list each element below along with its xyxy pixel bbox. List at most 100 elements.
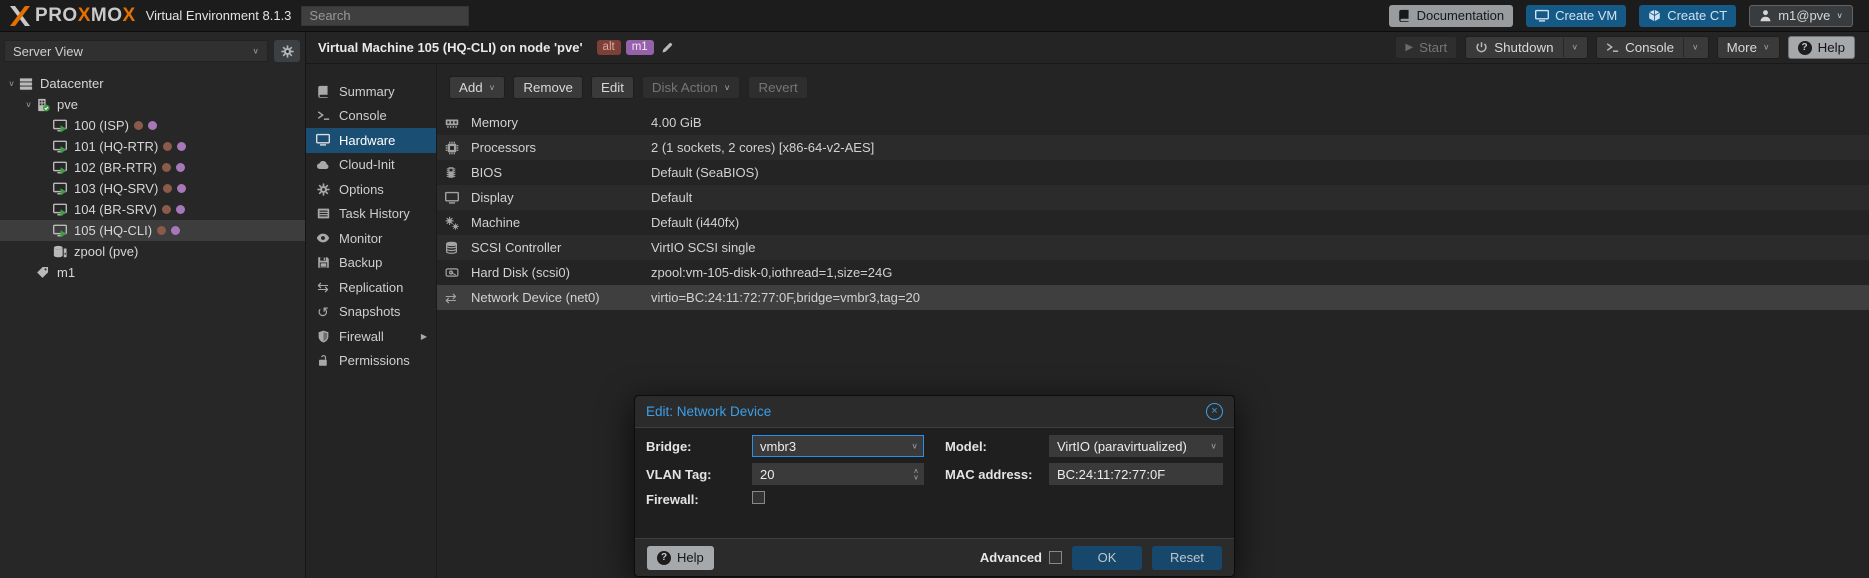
console-button[interactable]: Console ∨ (1596, 36, 1709, 59)
page-title: Virtual Machine 105 (HQ-CLI) on node 'pv… (318, 40, 583, 55)
hw-row-machine[interactable]: Machine Default (i440fx) (437, 210, 1869, 235)
dialog-header[interactable]: Edit: Network Device × (635, 396, 1234, 428)
vm-menu-permissions[interactable]: Permissions (306, 349, 436, 374)
dialog-help-button[interactable]: ? Help (647, 546, 714, 570)
search-input[interactable] (301, 6, 469, 26)
storage-icon (53, 245, 73, 259)
shield-icon (315, 330, 331, 343)
dialog-footer: ? Help Advanced OK Reset (635, 538, 1234, 576)
tree-item-zpool-pve[interactable]: zpool (pve) (0, 241, 305, 262)
vm-tags: altm1 (597, 40, 654, 55)
memory-icon (445, 116, 471, 130)
user-menu-button[interactable]: m1@pve ∨ (1749, 5, 1853, 27)
list-icon (315, 207, 331, 220)
tree-item-103-hq-srv[interactable]: 103 (HQ-SRV) (0, 178, 305, 199)
firewall-checkbox[interactable] (752, 491, 765, 504)
close-icon[interactable]: × (1206, 403, 1223, 420)
disk-action-button[interactable]: Disk Action ∨ (642, 76, 741, 99)
add-button[interactable]: Add ∨ (449, 76, 505, 99)
resource-tree: ∨ Datacenter ∨ pve 100 (ISP) 101 (HQ-RTR… (0, 64, 305, 283)
documentation-button[interactable]: Documentation (1389, 5, 1513, 27)
tag-dot (176, 163, 185, 172)
edit-tags-icon[interactable] (661, 42, 673, 54)
advanced-checkbox[interactable] (1049, 551, 1062, 564)
monitor-icon (1535, 9, 1549, 23)
start-button[interactable]: ▶ Start (1395, 36, 1457, 59)
chevron-down-icon: ∨ (252, 46, 259, 56)
create-vm-button[interactable]: Create VM (1526, 5, 1626, 27)
user-icon (1759, 9, 1772, 22)
tree-settings-button[interactable] (274, 40, 300, 62)
vlan-label: VLAN Tag: (646, 467, 752, 482)
tag-dot (163, 142, 172, 151)
hw-row-memory[interactable]: Memory 4.00 GiB (437, 110, 1869, 135)
vm-icon (53, 140, 73, 154)
vm-menu-console[interactable]: Console (306, 104, 436, 129)
tree-item-pve[interactable]: ∨ pve (0, 94, 305, 115)
bridge-combo[interactable]: ∨ (752, 435, 924, 457)
model-input[interactable] (1049, 435, 1223, 457)
tree-item-m1[interactable]: m1 (0, 262, 305, 283)
tree-item-104-br-srv[interactable]: 104 (BR-SRV) (0, 199, 305, 220)
tag-dot (163, 184, 172, 193)
more-button[interactable]: More ∨ (1717, 36, 1780, 59)
shutdown-button[interactable]: Shutdown ∨ (1465, 36, 1588, 59)
create-ct-button[interactable]: Create CT (1639, 5, 1736, 27)
tag-dot (177, 142, 186, 151)
hw-row-processors[interactable]: Processors 2 (1 sockets, 2 cores) [x86-6… (437, 135, 1869, 160)
vm-menu-replication[interactable]: ⇆ Replication (306, 275, 436, 300)
tree-item-100-isp[interactable]: 100 (ISP) (0, 115, 305, 136)
power-icon (1475, 41, 1488, 54)
gears-icon (445, 216, 471, 230)
vm-menu-task-history[interactable]: Task History (306, 202, 436, 227)
vm-menu-monitor[interactable]: Monitor (306, 226, 436, 251)
vm-menu-hardware[interactable]: Hardware (306, 128, 436, 153)
view-selector[interactable]: Server View ∨ (4, 40, 268, 62)
display-icon (315, 133, 331, 147)
dialog-body: Bridge: ∨ Model: ∨ VLAN Tag: ∧∨ MAC addr… (635, 428, 1234, 507)
vm-menu-firewall[interactable]: Firewall ▶ (306, 324, 436, 349)
vlan-spinner[interactable]: ∧∨ (752, 463, 924, 485)
vlan-input[interactable] (752, 463, 924, 485)
history-icon: ↺ (315, 305, 331, 319)
bridge-input[interactable] (752, 435, 924, 457)
vm-menu-backup[interactable]: Backup (306, 251, 436, 276)
hw-row-display[interactable]: Display Default (437, 185, 1869, 210)
proxmox-logo: PROXMOX Virtual Environment 8.1.3 (8, 5, 291, 27)
expander-icon[interactable]: ∨ (4, 79, 19, 89)
hw-row-bios[interactable]: BIOS Default (SeaBIOS) (437, 160, 1869, 185)
ok-button[interactable]: OK (1072, 546, 1142, 570)
help-button[interactable]: ? Help (1788, 36, 1855, 59)
revert-button[interactable]: Revert (748, 76, 807, 99)
edit-button[interactable]: Edit (591, 76, 634, 99)
tree-item-datacenter[interactable]: ∨ Datacenter (0, 73, 305, 94)
db-icon (445, 241, 471, 255)
reset-button[interactable]: Reset (1152, 546, 1222, 570)
brand-wordmark: PROXMOX (35, 6, 136, 25)
hw-row-scsi-controller[interactable]: SCSI Controller VirtIO SCSI single (437, 235, 1869, 260)
cpu-icon (445, 141, 471, 155)
net-icon: ⇄ (445, 291, 471, 305)
hw-row-hard-disk-scsi0[interactable]: Hard Disk (scsi0) zpool:vm-105-disk-0,io… (437, 260, 1869, 285)
hw-row-network-device-net0[interactable]: ⇄ Network Device (net0) virtio=BC:24:11:… (437, 285, 1869, 310)
book-icon (1398, 9, 1411, 22)
mac-field[interactable] (1049, 463, 1223, 485)
remove-button[interactable]: Remove (513, 76, 583, 99)
console-menu-caret[interactable]: ∨ (1683, 38, 1699, 57)
vm-menu-options[interactable]: Options (306, 177, 436, 202)
tag-dot (177, 184, 186, 193)
vm-menu-snapshots[interactable]: ↺ Snapshots (306, 300, 436, 325)
vm-menu-summary[interactable]: Summary (306, 79, 436, 104)
shutdown-menu-caret[interactable]: ∨ (1563, 38, 1579, 57)
tree-item-105-hq-cli[interactable]: 105 (HQ-CLI) (0, 220, 305, 241)
tree-item-101-hq-rtr[interactable]: 101 (HQ-RTR) (0, 136, 305, 157)
mac-input[interactable] (1049, 463, 1223, 485)
model-combo[interactable]: ∨ (1049, 435, 1223, 457)
eye-icon (315, 231, 331, 245)
hardware-toolbar: Add ∨ Remove Edit Disk Action ∨ Revert (437, 64, 1869, 110)
tree-item-102-br-rtr[interactable]: 102 (BR-RTR) (0, 157, 305, 178)
expander-icon[interactable]: ∨ (21, 100, 36, 110)
vm-menu-cloud-init[interactable]: Cloud-Init (306, 153, 436, 178)
server-icon (19, 77, 39, 91)
header-buttons: Documentation Create VM Create CT m1@pve… (1389, 5, 1853, 27)
